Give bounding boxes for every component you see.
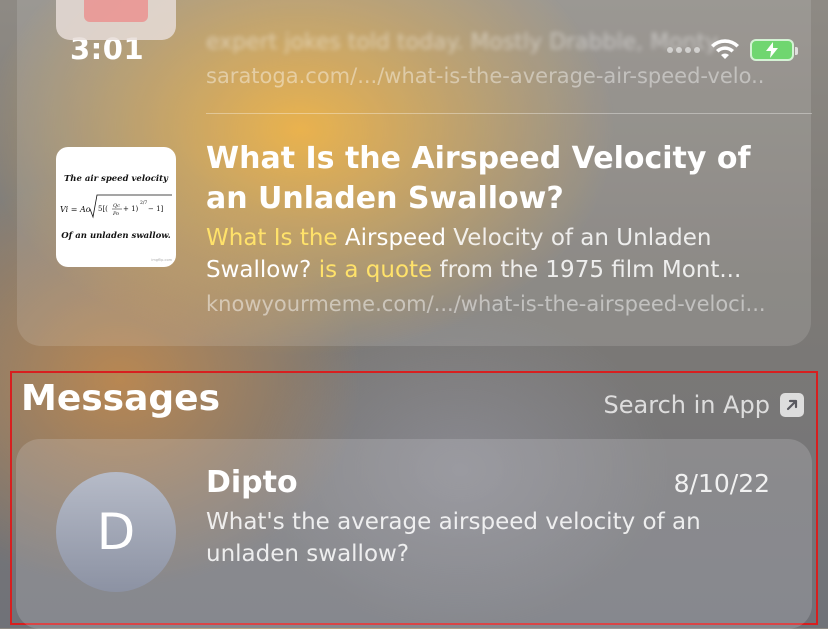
message-date: 8/10/22 xyxy=(673,469,770,498)
snippet-part: is a quote xyxy=(311,257,433,283)
formula-thumbnail-image: The air speed velocity Vi = Ao 5[( Qc Po… xyxy=(60,174,173,262)
result-thumbnail[interactable]: The air speed velocity Vi = Ao 5[( Qc Po… xyxy=(56,147,176,267)
avatar: D xyxy=(56,472,176,592)
previous-result-url[interactable]: saratoga.com/.../what-is-the-average-air… xyxy=(206,64,766,88)
svg-text:Po: Po xyxy=(112,211,119,217)
message-sender: Dipto xyxy=(206,465,298,500)
snippet-part: Airspeed xyxy=(344,225,446,251)
svg-text:5[(: 5[( xyxy=(98,205,108,213)
thumbnail-watermark: imgflip.com xyxy=(151,258,172,262)
result-title[interactable]: What Is the Airspeed Velocity of an Unla… xyxy=(206,139,786,219)
svg-text:+ 1): + 1) xyxy=(123,205,139,213)
svg-text:− 1]: − 1] xyxy=(148,205,164,213)
thumbnail-line3: Of an unladen swallow. xyxy=(61,231,170,241)
svg-text:Qc: Qc xyxy=(113,203,120,209)
result-divider xyxy=(206,113,812,114)
messages-heading: Messages xyxy=(21,378,221,419)
search-in-app-button[interactable]: Search in App xyxy=(604,391,804,419)
snippet-part: Swallow? xyxy=(206,257,312,283)
previous-result-thumbnail[interactable] xyxy=(56,0,176,40)
snippet-part: What Is the xyxy=(206,225,345,251)
result-snippet: What Is the Airspeed Velocity of an Unla… xyxy=(206,222,776,286)
snippet-part: from the 1975 film Mont... xyxy=(432,257,742,283)
open-external-icon xyxy=(780,393,804,417)
svg-text:2/7: 2/7 xyxy=(140,200,147,206)
message-preview: What's the average airspeed velocity of … xyxy=(206,509,701,567)
snippet-part: Velocity of an Unladen xyxy=(445,225,712,251)
result-url[interactable]: knowyourmeme.com/.../what-is-the-airspee… xyxy=(206,292,766,316)
previous-result-snippet: expert jokes told today. Mostly Drabble,… xyxy=(206,30,736,55)
message-result[interactable]: D Dipto 8/10/22 What's the average airsp… xyxy=(16,439,812,629)
thumbnail-line1: The air speed velocity xyxy=(64,174,169,184)
thumbnail-formula-left: Vi = Ao xyxy=(60,205,91,214)
search-in-app-label: Search in App xyxy=(603,391,770,419)
